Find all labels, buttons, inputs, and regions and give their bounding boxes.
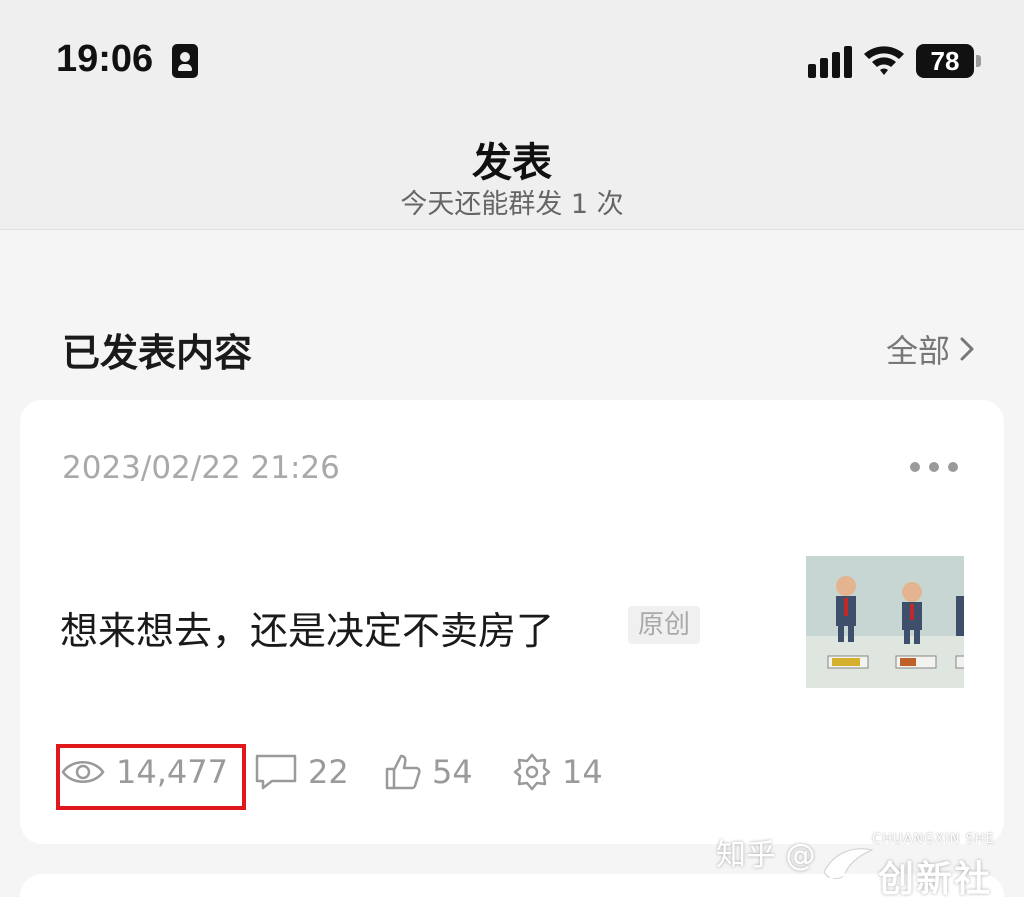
likes-stat[interactable]: 54 bbox=[384, 750, 473, 794]
id-card-icon bbox=[172, 44, 198, 78]
status-bar: 19:06 78 bbox=[0, 0, 1024, 120]
thumbs-up-icon bbox=[385, 754, 421, 790]
comments-count: 22 bbox=[308, 753, 349, 791]
battery-level: 78 bbox=[916, 44, 974, 78]
views-highlight-box bbox=[56, 744, 246, 810]
post-title[interactable]: 想来想去，还是决定不卖房了 bbox=[60, 600, 554, 655]
status-time: 19:06 bbox=[56, 38, 154, 80]
section-title: 已发表内容 bbox=[62, 331, 253, 375]
post-card[interactable]: 2023/02/22 21:26 想来想去，还是决定不卖房了 原创 14,477… bbox=[20, 400, 1004, 844]
watermark-brand: 创新社 bbox=[878, 859, 993, 897]
shares-stat[interactable]: 14 bbox=[512, 750, 603, 794]
share-icon bbox=[513, 753, 551, 791]
view-all-label: 全部 bbox=[886, 332, 951, 370]
comments-stat[interactable]: 22 bbox=[254, 750, 349, 794]
signal-icon bbox=[808, 46, 852, 78]
view-all-link[interactable]: 全部 bbox=[886, 326, 978, 372]
chevron-right-icon bbox=[960, 337, 974, 361]
page-header: 发表 今天还能群发 1 次 bbox=[0, 120, 1024, 230]
shares-count: 14 bbox=[562, 753, 603, 791]
post-date: 2023/02/22 21:26 bbox=[62, 450, 340, 486]
page-subtitle: 今天还能群发 1 次 bbox=[400, 189, 624, 220]
wifi-icon bbox=[864, 46, 904, 75]
post-thumbnail[interactable] bbox=[806, 556, 964, 688]
likes-count: 54 bbox=[432, 753, 473, 791]
battery-icon: 78 bbox=[916, 44, 982, 78]
original-badge: 原创 bbox=[628, 606, 701, 644]
watermark-logo bbox=[823, 848, 874, 880]
page-title: 发表 bbox=[472, 140, 552, 186]
more-icon[interactable] bbox=[910, 462, 958, 474]
comment-icon bbox=[255, 754, 297, 790]
watermark-pinyin: CHUANGXIN SHE bbox=[872, 832, 995, 847]
watermark-text: 知乎 @ bbox=[716, 838, 816, 873]
